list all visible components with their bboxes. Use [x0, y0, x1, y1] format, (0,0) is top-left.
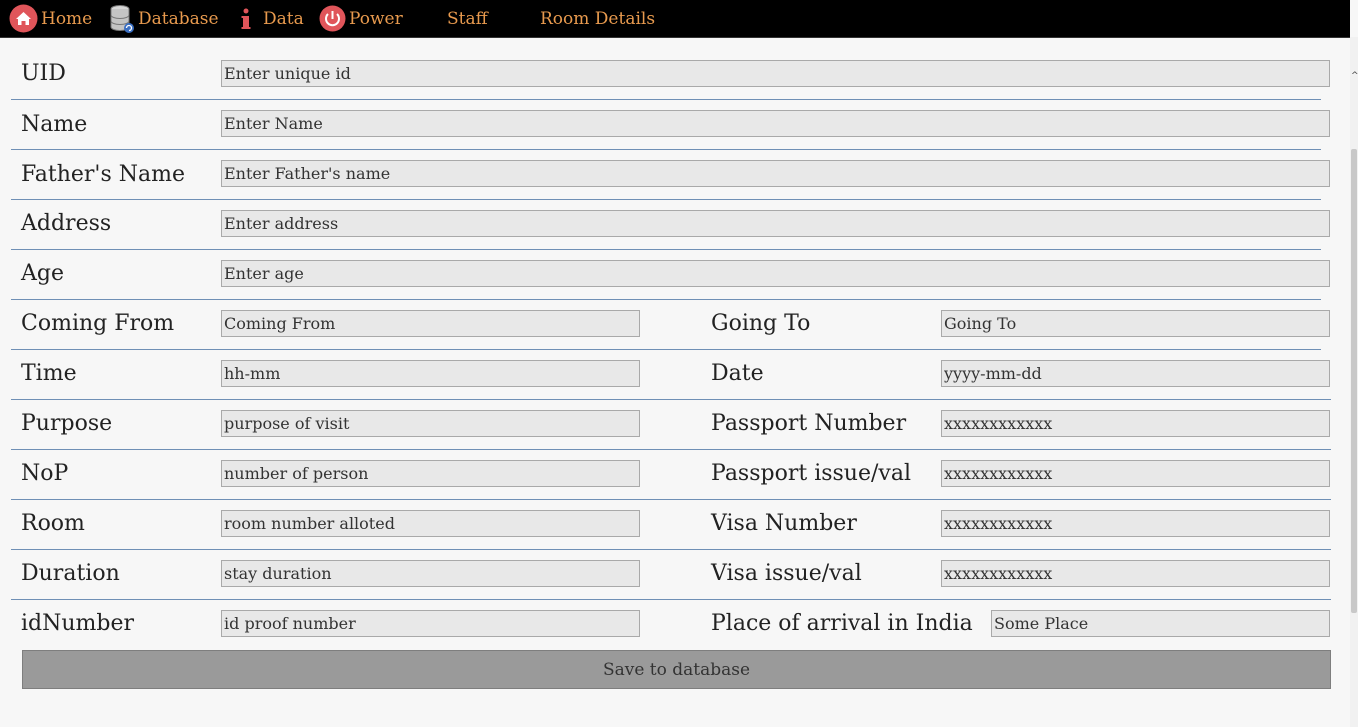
- nav-power-label: Power: [349, 8, 403, 29]
- purpose-input[interactable]: [221, 410, 640, 437]
- age-input[interactable]: [221, 260, 1330, 287]
- id-number-input[interactable]: [221, 610, 640, 637]
- purpose-label: Purpose: [21, 411, 113, 436]
- date-input[interactable]: [941, 360, 1330, 387]
- row-divider: [11, 299, 1321, 300]
- nav-database[interactable]: Database: [109, 0, 219, 37]
- date-label: Date: [711, 361, 764, 386]
- coming-from-label: Coming From: [21, 311, 175, 336]
- nav-home[interactable]: Home: [9, 0, 92, 37]
- passport-number-input[interactable]: [941, 410, 1330, 437]
- row-divider: [11, 199, 1321, 200]
- page-scrollbar[interactable]: ^: [1350, 37, 1358, 727]
- row-divider: [11, 549, 1331, 550]
- name-input[interactable]: [221, 110, 1330, 137]
- visa-number-label: Visa Number: [711, 511, 857, 536]
- nav-staff-label: Staff: [447, 8, 488, 29]
- name-label: Name: [21, 112, 88, 137]
- duration-label: Duration: [21, 561, 120, 586]
- nav-data[interactable]: Data: [239, 0, 304, 37]
- time-input[interactable]: [221, 360, 640, 387]
- passport-issue-input[interactable]: [941, 460, 1330, 487]
- row-divider: [11, 399, 1331, 400]
- row-divider: [11, 349, 1321, 350]
- place-of-arrival-input[interactable]: [991, 610, 1330, 637]
- scroll-thumb[interactable]: [1351, 149, 1357, 613]
- age-label: Age: [21, 261, 64, 286]
- row-divider: [11, 149, 1321, 150]
- nav-room-details[interactable]: Room Details: [540, 0, 655, 37]
- nav-power[interactable]: Power: [319, 0, 403, 37]
- nop-label: NoP: [21, 461, 69, 486]
- top-navbar: Home Database Data Power Staff Room Deta…: [0, 0, 1350, 38]
- coming-from-input[interactable]: [221, 310, 640, 337]
- uid-label: UID: [21, 61, 66, 86]
- info-icon: [239, 8, 253, 30]
- passport-number-label: Passport Number: [711, 411, 907, 436]
- database-icon: [109, 4, 135, 34]
- nav-database-label: Database: [138, 8, 219, 29]
- save-to-database-button[interactable]: Save to database: [22, 650, 1331, 689]
- going-to-label: Going To: [711, 311, 811, 336]
- scroll-up-arrow-icon[interactable]: ^: [1351, 71, 1358, 81]
- room-input[interactable]: [221, 510, 640, 537]
- nop-input[interactable]: [221, 460, 640, 487]
- id-number-label: idNumber: [21, 611, 135, 636]
- row-divider: [11, 449, 1331, 450]
- uid-input[interactable]: [221, 60, 1330, 87]
- row-divider: [11, 99, 1321, 100]
- room-label: Room: [21, 511, 85, 536]
- row-divider: [11, 599, 1331, 600]
- duration-input[interactable]: [221, 560, 640, 587]
- nav-data-label: Data: [263, 8, 304, 29]
- home-icon: [9, 4, 38, 33]
- visa-issue-label: Visa issue/val: [711, 561, 862, 586]
- father-name-label: Father's Name: [21, 162, 186, 187]
- nav-room-details-label: Room Details: [540, 8, 656, 29]
- place-of-arrival-label: Place of arrival in India: [711, 611, 973, 636]
- going-to-input[interactable]: [941, 310, 1330, 337]
- passport-issue-label: Passport issue/val: [711, 461, 911, 486]
- visa-number-input[interactable]: [941, 510, 1330, 537]
- row-divider: [11, 499, 1331, 500]
- nav-home-label: Home: [41, 8, 93, 29]
- address-label: Address: [21, 211, 112, 236]
- father-name-input[interactable]: [221, 160, 1330, 187]
- visa-issue-input[interactable]: [941, 560, 1330, 587]
- row-divider: [11, 249, 1321, 250]
- power-icon: [319, 5, 346, 32]
- time-label: Time: [21, 361, 77, 386]
- address-input[interactable]: [221, 210, 1330, 237]
- nav-staff[interactable]: Staff: [447, 0, 488, 37]
